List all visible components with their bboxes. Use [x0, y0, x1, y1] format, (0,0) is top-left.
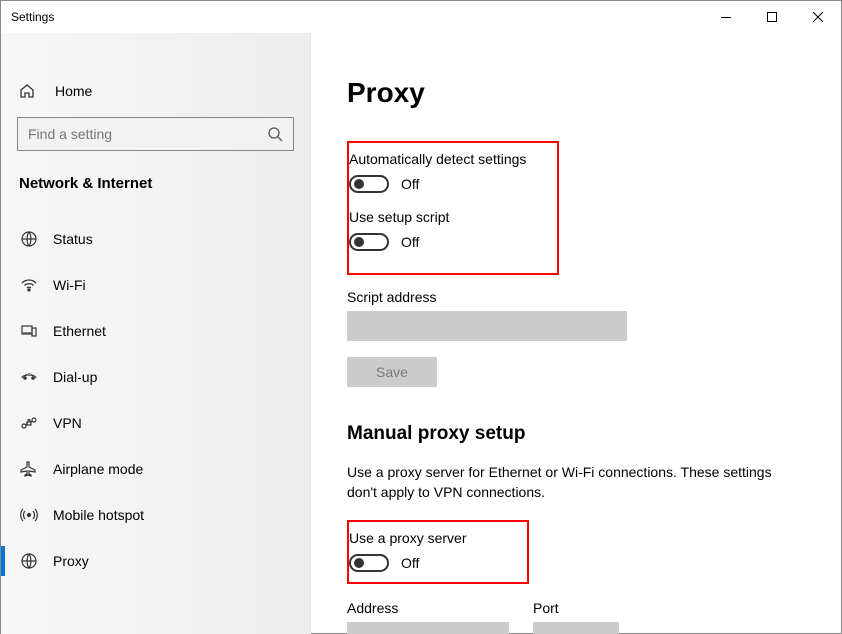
- script-address-input: [347, 311, 627, 341]
- setup-script-toggle[interactable]: Off: [349, 233, 547, 251]
- auto-detect-label: Automatically detect settings: [349, 151, 547, 167]
- content-area: Proxy Automatically detect settings Off …: [311, 33, 841, 634]
- sidebar-item-proxy[interactable]: Proxy: [1, 538, 310, 584]
- page-title: Proxy: [347, 77, 805, 109]
- port-label: Port: [533, 600, 619, 616]
- auto-detect-state: Off: [401, 176, 419, 192]
- toggle-track: [349, 554, 389, 572]
- search-icon: [267, 126, 283, 142]
- save-button[interactable]: Save: [347, 357, 437, 387]
- toggle-track: [349, 175, 389, 193]
- window-controls: [703, 1, 841, 33]
- port-input: [533, 622, 619, 634]
- home-link[interactable]: Home: [1, 73, 310, 109]
- sidebar-item-label: VPN: [53, 415, 82, 431]
- use-proxy-toggle[interactable]: Off: [349, 554, 517, 572]
- maximize-icon: [767, 12, 777, 22]
- ethernet-icon: [17, 322, 41, 340]
- titlebar: Settings: [1, 1, 841, 33]
- sidebar-item-label: Proxy: [53, 553, 89, 569]
- sidebar-item-label: Status: [53, 231, 93, 247]
- sidebar-section-heading: Network & Internet: [1, 173, 310, 216]
- home-label: Home: [55, 83, 92, 99]
- hotspot-icon: [17, 506, 41, 524]
- use-proxy-state: Off: [401, 555, 419, 571]
- wifi-icon: [17, 276, 41, 294]
- sidebar-item-wifi[interactable]: Wi-Fi: [1, 262, 310, 308]
- window-title: Settings: [11, 10, 703, 24]
- sidebar-item-label: Dial-up: [53, 369, 97, 385]
- script-address-label: Script address: [347, 289, 805, 305]
- home-icon: [19, 83, 43, 99]
- sidebar: Home Network & Internet Status Wi-Fi: [1, 33, 311, 634]
- highlight-box-auto: Automatically detect settings Off Use se…: [347, 141, 559, 275]
- minimize-button[interactable]: [703, 1, 749, 33]
- sidebar-item-label: Mobile hotspot: [53, 507, 144, 523]
- sidebar-item-vpn[interactable]: VPN: [1, 400, 310, 446]
- proxy-icon: [17, 552, 41, 570]
- address-label: Address: [347, 600, 509, 616]
- setup-script-label: Use setup script: [349, 209, 547, 225]
- auto-detect-toggle[interactable]: Off: [349, 175, 547, 193]
- use-proxy-label: Use a proxy server: [349, 530, 517, 546]
- manual-section-desc: Use a proxy server for Ethernet or Wi-Fi…: [347, 463, 777, 502]
- close-icon: [813, 12, 823, 22]
- sidebar-item-label: Airplane mode: [53, 461, 143, 477]
- toggle-track: [349, 233, 389, 251]
- airplane-icon: [17, 460, 41, 478]
- search-input[interactable]: [28, 126, 267, 142]
- sidebar-item-label: Wi-Fi: [53, 277, 86, 293]
- vpn-icon: [17, 414, 41, 432]
- maximize-button[interactable]: [749, 1, 795, 33]
- manual-section-title: Manual proxy setup: [347, 423, 805, 445]
- minimize-icon: [721, 17, 731, 18]
- setup-script-state: Off: [401, 234, 419, 250]
- sidebar-item-dialup[interactable]: Dial-up: [1, 354, 310, 400]
- close-button[interactable]: [795, 1, 841, 33]
- sidebar-item-label: Ethernet: [53, 323, 106, 339]
- sidebar-item-airplane[interactable]: Airplane mode: [1, 446, 310, 492]
- sidebar-item-ethernet[interactable]: Ethernet: [1, 308, 310, 354]
- address-input: [347, 622, 509, 634]
- highlight-box-manual: Use a proxy server Off: [347, 520, 529, 584]
- dialup-icon: [17, 368, 41, 386]
- search-box[interactable]: [17, 117, 294, 151]
- status-icon: [17, 230, 41, 248]
- sidebar-item-status[interactable]: Status: [1, 216, 310, 262]
- sidebar-item-hotspot[interactable]: Mobile hotspot: [1, 492, 310, 538]
